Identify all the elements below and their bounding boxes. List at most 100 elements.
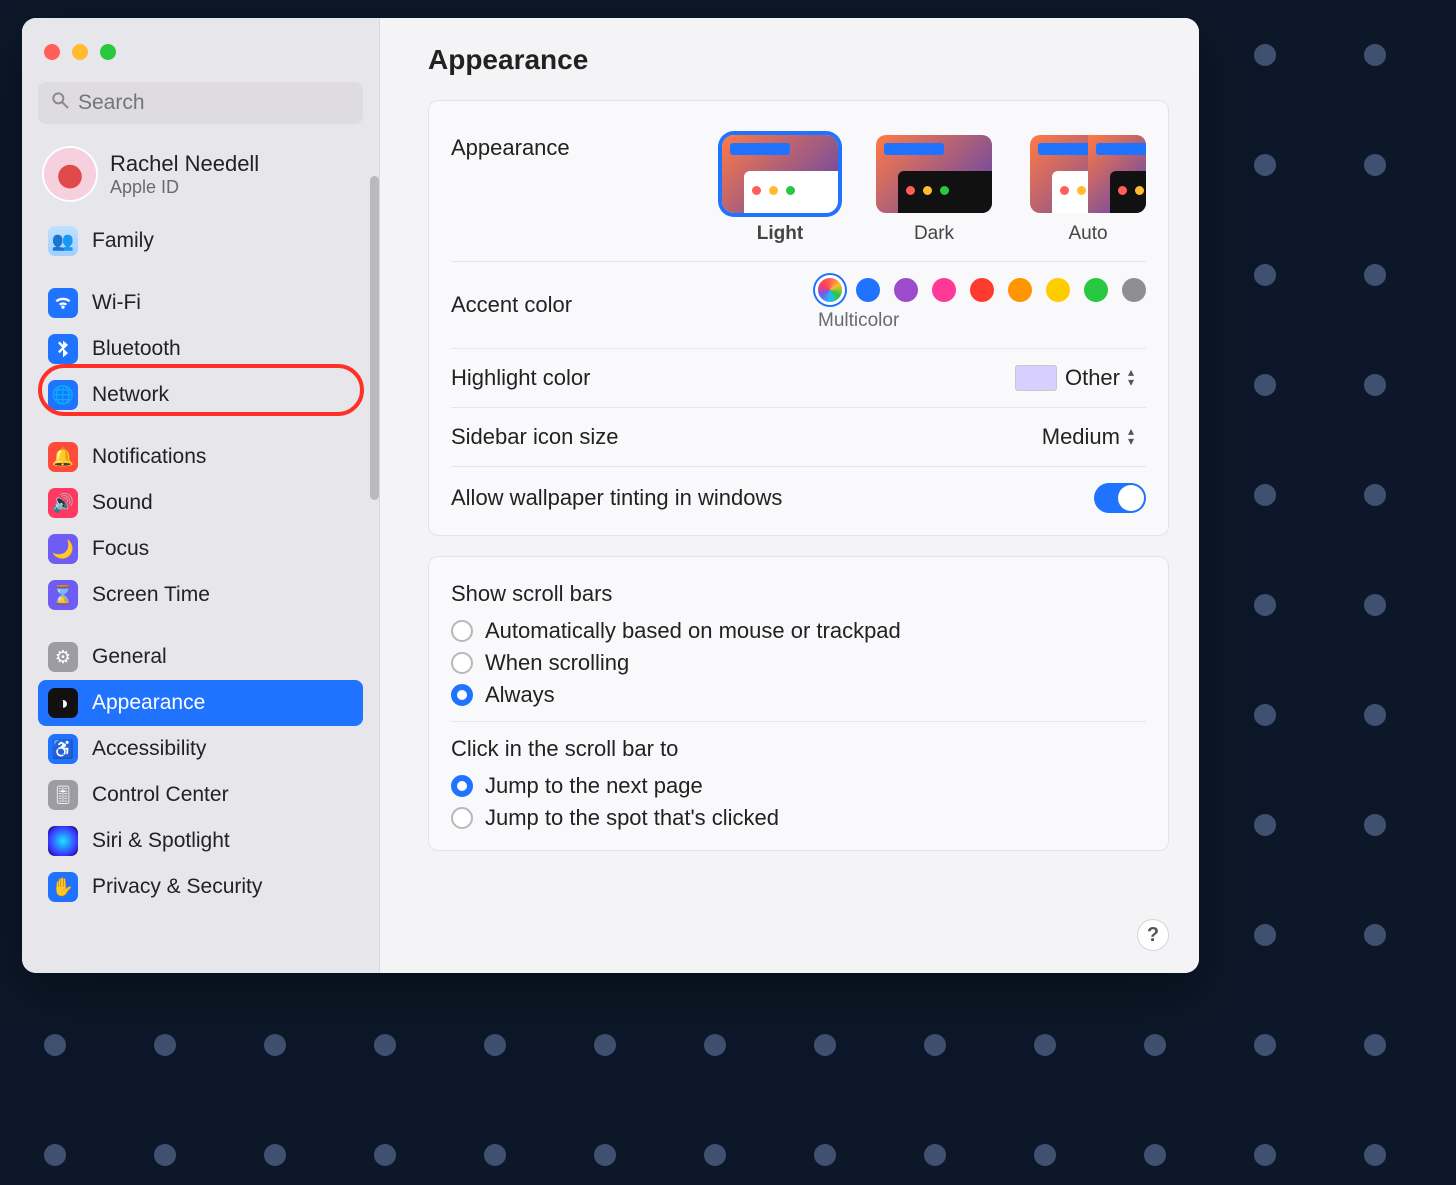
option-label: Automatically based on mouse or trackpad: [485, 618, 901, 644]
moon-icon: 🌙: [48, 534, 78, 564]
appearance-label: Appearance: [451, 135, 570, 161]
mode-label: Auto: [1030, 223, 1146, 245]
accent-color-yellow[interactable]: [1046, 278, 1070, 302]
sidebar-item-screentime[interactable]: ⌛ Screen Time: [38, 572, 363, 618]
bluetooth-icon: [48, 334, 78, 364]
globe-icon: 🌐: [48, 380, 78, 410]
sidebar-item-general[interactable]: ⚙ General: [38, 634, 363, 680]
sidebar-item-bluetooth[interactable]: Bluetooth: [38, 326, 363, 372]
accent-color-blue[interactable]: [856, 278, 880, 302]
sidebar-item-label: Wi-Fi: [92, 291, 141, 315]
accent-color-multicolor[interactable]: [818, 278, 842, 302]
wifi-icon: [48, 288, 78, 318]
scrolling-panel: Show scroll bars Automatically based on …: [428, 556, 1169, 851]
click-scroll-option-spot[interactable]: Jump to the spot that's clicked: [451, 802, 1146, 834]
option-label: Jump to the next page: [485, 773, 703, 799]
sidebar-item-wifi[interactable]: Wi-Fi: [38, 280, 363, 326]
radio-icon: [451, 684, 473, 706]
sidebar-item-siri[interactable]: Siri & Spotlight: [38, 818, 363, 864]
tinting-label: Allow wallpaper tinting in windows: [451, 485, 782, 511]
hand-icon: ✋: [48, 872, 78, 902]
accent-color-green[interactable]: [1084, 278, 1108, 302]
appearance-mode-group: Light Dark Auto: [722, 135, 1146, 245]
scrollbars-option-scroll[interactable]: When scrolling: [451, 647, 1146, 679]
highlight-swatch: [1015, 365, 1057, 391]
option-label: When scrolling: [485, 650, 629, 676]
scrollbars-option-auto[interactable]: Automatically based on mouse or trackpad: [451, 615, 1146, 647]
tinting-toggle[interactable]: [1094, 483, 1146, 513]
appearance-mode-auto[interactable]: Auto: [1030, 135, 1146, 245]
sidebar-item-label: General: [92, 645, 167, 669]
mode-label: Light: [722, 223, 838, 245]
search-icon: [50, 90, 70, 116]
sidebar-item-label: Bluetooth: [92, 337, 181, 361]
sidebar-item-notifications[interactable]: 🔔 Notifications: [38, 434, 363, 480]
sidebar-item-label: Control Center: [92, 783, 229, 807]
avatar: [44, 148, 96, 200]
minimize-icon[interactable]: [72, 44, 88, 60]
family-icon: 👥: [48, 226, 78, 256]
sidebar-item-label: Screen Time: [92, 583, 210, 607]
highlight-value: Other: [1065, 365, 1120, 391]
accent-color-red[interactable]: [970, 278, 994, 302]
close-icon[interactable]: [44, 44, 60, 60]
accent-label: Accent color: [451, 292, 572, 318]
sidebar-size-value: Medium: [1042, 424, 1120, 450]
sidebar-item-label: Family: [92, 229, 154, 253]
search-input[interactable]: [78, 91, 351, 115]
help-button[interactable]: ?: [1137, 919, 1169, 951]
highlight-color-popup[interactable]: Other: [1015, 365, 1146, 391]
siri-icon: [48, 826, 78, 856]
accent-color-purple[interactable]: [894, 278, 918, 302]
sidebar-item-label: Siri & Spotlight: [92, 829, 230, 853]
accessibility-icon: ♿: [48, 734, 78, 764]
radio-icon: [451, 652, 473, 674]
accent-selected-name: Multicolor: [818, 310, 899, 332]
sidebar-item-label: Privacy & Security: [92, 875, 262, 899]
chevron-updown-icon: [1128, 367, 1146, 389]
appearance-mode-light[interactable]: Light: [722, 135, 838, 245]
sidebar-item-controlcenter[interactable]: 🎚 Control Center: [38, 772, 363, 818]
appearance-mode-dark[interactable]: Dark: [876, 135, 992, 245]
sidebar-item-focus[interactable]: 🌙 Focus: [38, 526, 363, 572]
switches-icon: 🎚: [48, 780, 78, 810]
sidebar-size-label: Sidebar icon size: [451, 424, 619, 450]
account-row[interactable]: Rachel Needell Apple ID: [38, 144, 363, 212]
search-field[interactable]: [38, 82, 363, 124]
bell-icon: 🔔: [48, 442, 78, 472]
click-scroll-label: Click in the scroll bar to: [451, 736, 1146, 762]
sidebar-item-accessibility[interactable]: ♿ Accessibility: [38, 726, 363, 772]
accent-color-graphite[interactable]: [1122, 278, 1146, 302]
sidebar-item-label: Network: [92, 383, 169, 407]
sidebar-size-popup[interactable]: Medium: [1042, 424, 1146, 450]
appearance-icon: ◑: [48, 688, 78, 718]
radio-icon: [451, 775, 473, 797]
radio-icon: [451, 807, 473, 829]
sidebar-item-sound[interactable]: 🔊 Sound: [38, 480, 363, 526]
option-label: Always: [485, 682, 555, 708]
page-title: Appearance: [428, 44, 1169, 76]
sidebar-item-family[interactable]: 👥 Family: [38, 218, 363, 264]
sidebar: Rachel Needell Apple ID 👥 Family Wi-Fi: [22, 18, 380, 973]
accent-color-pink[interactable]: [932, 278, 956, 302]
sidebar-item-appearance[interactable]: ◑ Appearance: [38, 680, 363, 726]
scrollbars-label: Show scroll bars: [451, 581, 1146, 607]
appearance-panel: Appearance Light Dark: [428, 100, 1169, 536]
main-pane: Appearance Appearance Light Dark: [380, 18, 1199, 973]
sidebar-item-label: Accessibility: [92, 737, 206, 761]
click-scroll-group: Click in the scroll bar to Jump to the n…: [451, 721, 1146, 844]
sidebar-item-label: Sound: [92, 491, 153, 515]
sidebar-item-label: Notifications: [92, 445, 206, 469]
settings-window: Rachel Needell Apple ID 👥 Family Wi-Fi: [22, 18, 1199, 973]
radio-icon: [451, 620, 473, 642]
accent-color-orange[interactable]: [1008, 278, 1032, 302]
scrollbars-group: Show scroll bars Automatically based on …: [451, 575, 1146, 721]
sidebar-item-privacy[interactable]: ✋ Privacy & Security: [38, 864, 363, 910]
click-scroll-option-page[interactable]: Jump to the next page: [451, 770, 1146, 802]
sidebar-scrollbar[interactable]: [370, 176, 379, 500]
sidebar-item-network[interactable]: 🌐 Network: [38, 372, 363, 418]
scrollbars-option-always[interactable]: Always: [451, 679, 1146, 711]
accent-color-group: [818, 278, 1146, 302]
option-label: Jump to the spot that's clicked: [485, 805, 779, 831]
zoom-icon[interactable]: [100, 44, 116, 60]
